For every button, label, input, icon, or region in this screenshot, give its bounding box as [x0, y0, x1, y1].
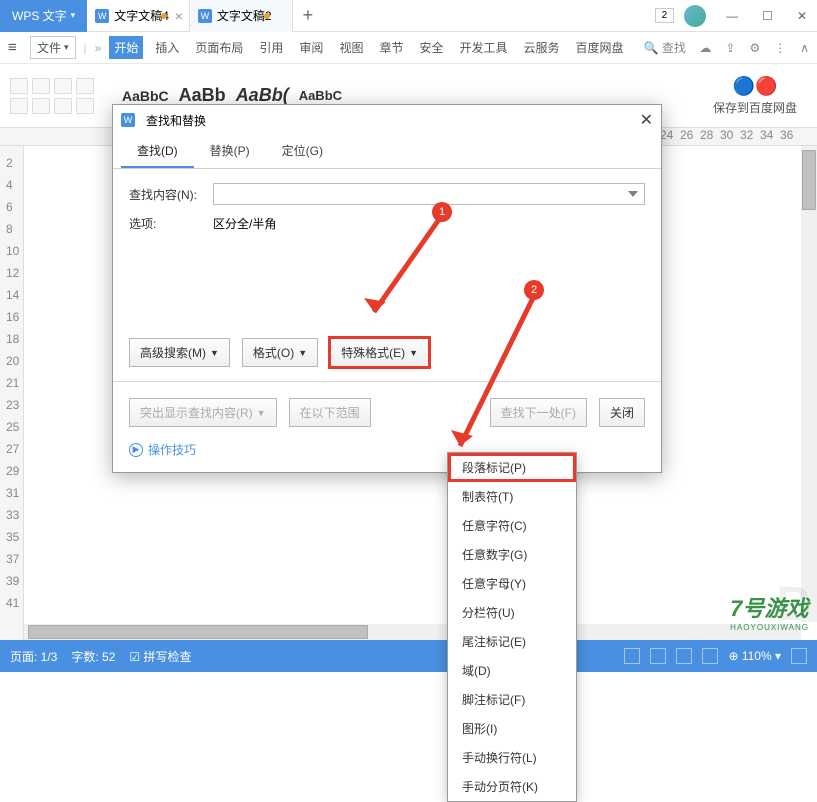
dd-footnote[interactable]: 脚注标记(F): [448, 685, 576, 714]
special-format-dropdown: 段落标记(P) 制表符(T) 任意字符(C) 任意数字(G) 任意字母(Y) 分…: [447, 452, 577, 802]
menu-review[interactable]: 审阅: [295, 37, 327, 58]
dialog-titlebar[interactable]: W 查找和替换 ✕: [113, 105, 661, 135]
title-bar: WPS 文字▾ W 文字文稿4 × W 文字文稿2 + 2 — ☐ ✕: [0, 0, 817, 32]
dd-manual-pagebreak[interactable]: 手动分页符(K): [448, 772, 576, 801]
align-left-icon[interactable]: [10, 98, 28, 114]
menu-cloud[interactable]: 云服务: [520, 37, 564, 58]
app-button[interactable]: WPS 文字▾: [0, 0, 87, 32]
callout-badge-2: 2: [524, 280, 544, 300]
menu-bar: 文件▾ | » 开始 插入 页面布局 引用 审阅 视图 章节 安全 开发工具 云…: [0, 32, 817, 64]
find-input[interactable]: [213, 183, 645, 205]
dd-any-digit[interactable]: 任意数字(G): [448, 540, 576, 569]
menu-chapter[interactable]: 章节: [375, 37, 407, 58]
hamburger-icon[interactable]: [8, 39, 22, 56]
maximize-button[interactable]: ☐: [752, 9, 783, 23]
tab-goto[interactable]: 定位(G): [266, 135, 339, 168]
word-icon: W: [121, 113, 135, 127]
ruler-vertical[interactable]: 24681012141618202123252729313335373941: [0, 146, 24, 640]
close-window-button[interactable]: ✕: [787, 9, 817, 23]
close-button[interactable]: 关闭: [599, 398, 645, 427]
menu-reference[interactable]: 引用: [255, 37, 287, 58]
indent-right-icon[interactable]: [32, 78, 50, 94]
dd-manual-linebreak[interactable]: 手动换行符(L): [448, 743, 576, 772]
search-link[interactable]: 🔍 查找: [644, 39, 686, 56]
view-web-icon[interactable]: [676, 648, 692, 664]
indent-left-icon[interactable]: [10, 78, 28, 94]
border-icon[interactable]: [76, 98, 94, 114]
align-right-icon[interactable]: [54, 98, 72, 114]
menu-insert[interactable]: 插入: [151, 37, 183, 58]
align-center-icon[interactable]: [32, 98, 50, 114]
dd-column-break[interactable]: 分栏符(U): [448, 598, 576, 627]
dialog-title: 查找和替换: [146, 112, 206, 129]
baidu-save-button[interactable]: 🔵🔴 保存到百度网盘: [713, 76, 797, 116]
window-badge[interactable]: 2: [655, 8, 675, 23]
minimize-button[interactable]: —: [716, 9, 748, 23]
advanced-search-button[interactable]: 高级搜索(M)▼: [129, 338, 230, 367]
share-icon[interactable]: ⇪: [725, 41, 735, 55]
word-icon: W: [198, 9, 212, 23]
style-preview[interactable]: AaBbC: [299, 88, 342, 103]
menu-view[interactable]: 视图: [335, 37, 367, 58]
options-value: 区分全/半角: [213, 215, 276, 232]
style-preview[interactable]: AaBb: [179, 85, 226, 106]
arrow-2: [448, 290, 548, 460]
unsaved-dot-icon: [161, 13, 167, 19]
callout-badge-1: 1: [432, 202, 452, 222]
special-format-button[interactable]: 特殊格式(E)▼: [330, 338, 429, 367]
view-print-icon[interactable]: [624, 648, 640, 664]
close-dialog-button[interactable]: ✕: [640, 110, 653, 130]
format-button[interactable]: 格式(O)▼: [242, 338, 318, 367]
tab-replace[interactable]: 替换(P): [194, 135, 266, 168]
watermark: 7号游戏 HAOYOUXIWANG: [730, 591, 809, 632]
menu-start[interactable]: 开始: [109, 36, 143, 59]
add-tab-button[interactable]: +: [293, 5, 324, 26]
view-read-icon[interactable]: [702, 648, 718, 664]
style-preview[interactable]: AaBb(: [236, 85, 289, 106]
scrollbar-horizontal[interactable]: [24, 624, 801, 640]
dd-tab-char[interactable]: 制表符(T): [448, 482, 576, 511]
menu-devtools[interactable]: 开发工具: [455, 37, 511, 58]
file-menu[interactable]: 文件▾: [30, 36, 76, 59]
menu-security[interactable]: 安全: [415, 37, 447, 58]
find-label: 查找内容(N):: [129, 186, 205, 203]
settings-icon[interactable]: ⚙: [749, 41, 760, 55]
arrow-1: [360, 210, 450, 330]
in-range-button[interactable]: 在以下范围: [289, 398, 371, 427]
highlight-results-button[interactable]: 突出显示查找内容(R)▼: [129, 398, 277, 427]
menu-baidu[interactable]: 百度网盘: [572, 37, 628, 58]
word-icon: W: [95, 9, 109, 23]
sort-icon[interactable]: [76, 78, 94, 94]
tab-find[interactable]: 查找(D): [121, 135, 194, 168]
close-icon[interactable]: ×: [175, 8, 183, 24]
spacing-icon[interactable]: [54, 78, 72, 94]
zoom-value[interactable]: ⊕ 110% ▾: [728, 649, 781, 663]
expand-icon[interactable]: ∧: [800, 41, 809, 55]
play-icon: ▶: [129, 443, 143, 457]
doc-tab-2[interactable]: W 文字文稿2: [190, 0, 293, 32]
dd-field[interactable]: 域(D): [448, 656, 576, 685]
dd-endnote[interactable]: 尾注标记(E): [448, 627, 576, 656]
spellcheck-toggle[interactable]: ☑ 拼写检查: [129, 648, 191, 665]
cloud-icon[interactable]: ☁: [699, 41, 711, 55]
dd-graphic[interactable]: 图形(I): [448, 714, 576, 743]
fullscreen-icon[interactable]: [791, 648, 807, 664]
baidu-cloud-icon: 🔵🔴: [733, 76, 778, 97]
avatar[interactable]: [684, 5, 706, 27]
page-status[interactable]: 页面: 1/3: [10, 648, 57, 665]
options-label: 选项:: [129, 215, 205, 232]
scrollbar-vertical[interactable]: [801, 146, 817, 622]
dialog-tabs: 查找(D) 替换(P) 定位(G): [113, 135, 661, 169]
style-preview[interactable]: AaBbC: [122, 88, 169, 104]
unsaved-dot-icon: [264, 13, 270, 19]
doc-tab-1[interactable]: W 文字文稿4 ×: [87, 0, 190, 32]
menu-layout[interactable]: 页面布局: [191, 37, 247, 58]
view-outline-icon[interactable]: [650, 648, 666, 664]
word-count[interactable]: 字数: 52: [71, 648, 115, 665]
dd-any-char[interactable]: 任意字符(C): [448, 511, 576, 540]
status-bar: 页面: 1/3 字数: 52 ☑ 拼写检查 ⊕ 110% ▾: [0, 640, 817, 672]
dd-any-letter[interactable]: 任意字母(Y): [448, 569, 576, 598]
more-icon[interactable]: ⋮: [774, 41, 786, 55]
